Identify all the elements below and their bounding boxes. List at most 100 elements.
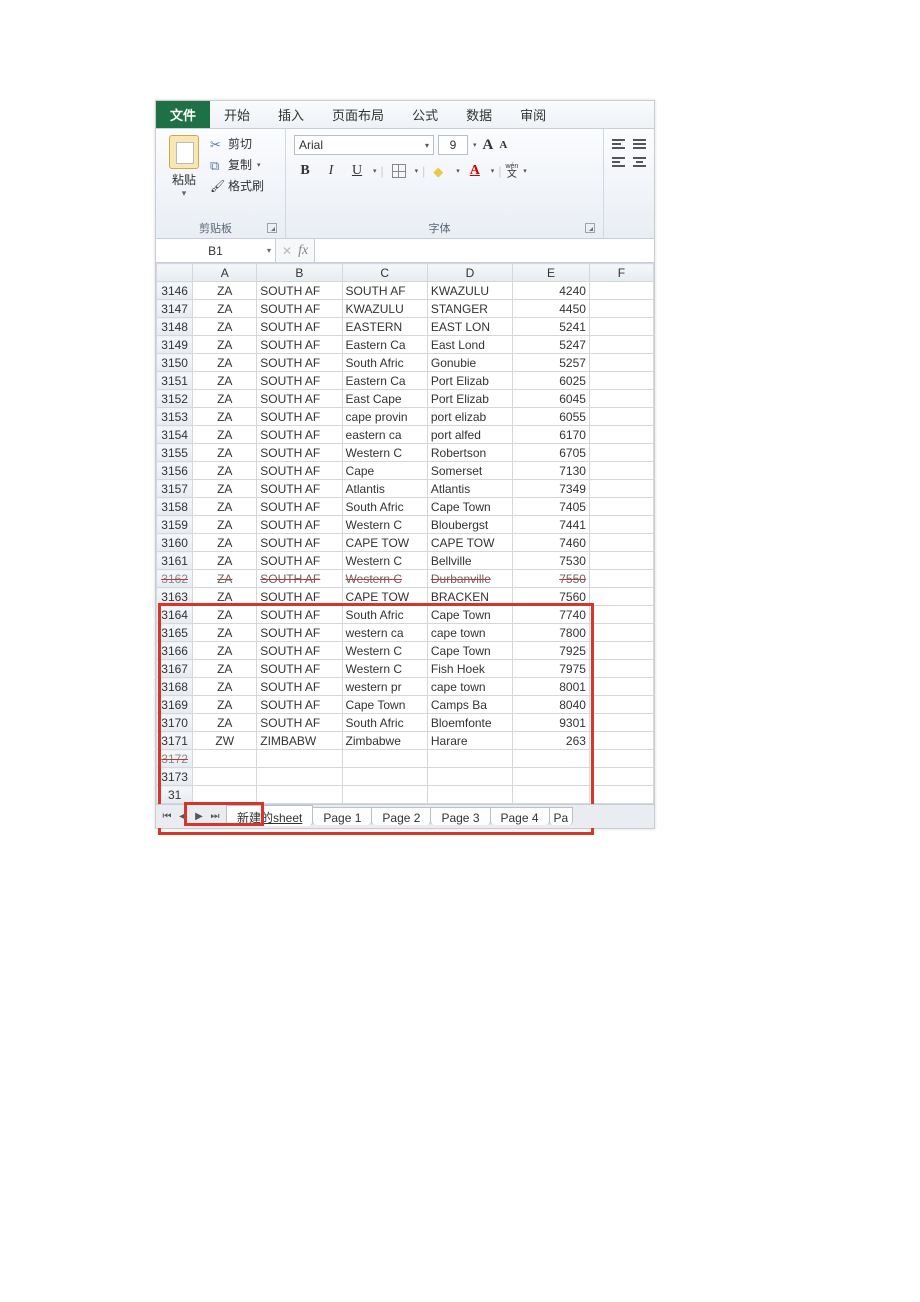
cell[interactable]: Cape Town (427, 498, 512, 516)
cell[interactable]: 263 (513, 732, 590, 750)
cell[interactable] (589, 642, 653, 660)
cell[interactable]: 9301 (513, 714, 590, 732)
cell[interactable] (193, 768, 257, 786)
cell[interactable]: SOUTH AF (342, 282, 427, 300)
cell[interactable] (342, 750, 427, 768)
cell[interactable] (589, 570, 653, 588)
fill-color-button[interactable] (429, 161, 451, 181)
cell[interactable]: 7460 (513, 534, 590, 552)
bold-button[interactable]: B (294, 161, 316, 181)
table-row[interactable]: 3164ZASOUTH AFSouth AfricCape Town7740 (157, 606, 654, 624)
cell[interactable]: Atlantis (427, 480, 512, 498)
cell[interactable]: ZA (193, 714, 257, 732)
cell[interactable]: ZA (193, 660, 257, 678)
row-header[interactable]: 3163 (157, 588, 193, 606)
align-left-button[interactable] (612, 157, 625, 167)
cell[interactable]: 6045 (513, 390, 590, 408)
cell[interactable]: Harare (427, 732, 512, 750)
cell[interactable] (589, 732, 653, 750)
cell[interactable]: ZA (193, 678, 257, 696)
cell[interactable]: SOUTH AF (257, 372, 342, 390)
cancel-formula-icon[interactable]: ✕ (282, 244, 292, 258)
row-header[interactable]: 3172 (157, 750, 193, 768)
row-header[interactable]: 3165 (157, 624, 193, 642)
cell[interactable]: 7530 (513, 552, 590, 570)
col-header-C[interactable]: C (342, 264, 427, 282)
cell[interactable]: cape provin (342, 408, 427, 426)
cell[interactable]: Cape Town (342, 696, 427, 714)
cell[interactable] (589, 426, 653, 444)
tab-home[interactable]: 开始 (210, 101, 264, 128)
cell[interactable]: SOUTH AF (257, 336, 342, 354)
cell[interactable]: Cape Town (427, 606, 512, 624)
cell[interactable] (589, 498, 653, 516)
cell[interactable] (513, 750, 590, 768)
cell[interactable] (257, 786, 342, 804)
cell[interactable]: SOUTH AF (257, 660, 342, 678)
cell[interactable]: SOUTH AF (257, 300, 342, 318)
cell[interactable]: SOUTH AF (257, 318, 342, 336)
format-painter-button[interactable]: 格式刷 (210, 177, 264, 194)
row-header[interactable]: 3154 (157, 426, 193, 444)
borders-button[interactable] (388, 161, 410, 181)
cell[interactable]: ZA (193, 552, 257, 570)
cell[interactable]: ZA (193, 390, 257, 408)
cell[interactable] (427, 768, 512, 786)
cell[interactable]: ZA (193, 480, 257, 498)
table-row[interactable]: 3169ZASOUTH AFCape TownCamps Ba8040 (157, 696, 654, 714)
cell[interactable]: Bellville (427, 552, 512, 570)
cell[interactable]: Gonubie (427, 354, 512, 372)
cell[interactable] (589, 444, 653, 462)
cell[interactable]: ZA (193, 318, 257, 336)
cell[interactable]: Cape Town (427, 642, 512, 660)
cell[interactable]: ZA (193, 534, 257, 552)
cell[interactable] (589, 318, 653, 336)
tab-insert[interactable]: 插入 (264, 101, 318, 128)
row-header[interactable]: 3161 (157, 552, 193, 570)
cell[interactable]: 5257 (513, 354, 590, 372)
cell[interactable]: ZA (193, 462, 257, 480)
cell[interactable]: Western C (342, 570, 427, 588)
cell[interactable]: EAST LON (427, 318, 512, 336)
cell[interactable]: South Afric (342, 354, 427, 372)
cell[interactable]: EASTERN (342, 318, 427, 336)
cell[interactable] (193, 750, 257, 768)
sheet-table[interactable]: A B C D E F 3146ZASOUTH AFSOUTH AFKWAZUL… (156, 263, 654, 804)
tab-data[interactable]: 数据 (452, 101, 506, 128)
row-header[interactable]: 3155 (157, 444, 193, 462)
cell[interactable]: SOUTH AF (257, 390, 342, 408)
cell[interactable]: SOUTH AF (257, 570, 342, 588)
cell[interactable]: BRACKEN (427, 588, 512, 606)
sheet-tab-page1[interactable]: Page 1 (312, 807, 372, 825)
cell[interactable]: CAPE TOW (342, 588, 427, 606)
tab-formulas[interactable]: 公式 (398, 101, 452, 128)
font-size-dropdown-icon[interactable]: ▾ (473, 141, 477, 149)
table-row[interactable]: 3165ZASOUTH AFwestern cacape town7800 (157, 624, 654, 642)
cell[interactable]: 4240 (513, 282, 590, 300)
cell[interactable]: South Afric (342, 498, 427, 516)
table-row[interactable]: 3160ZASOUTH AFCAPE TOWCAPE TOW7460 (157, 534, 654, 552)
cell[interactable]: Bloemfonte (427, 714, 512, 732)
phonetic-guide-button[interactable]: wén 文 (505, 163, 518, 180)
cell[interactable] (513, 786, 590, 804)
name-box-dropdown-icon[interactable]: ▾ (267, 246, 271, 255)
cell[interactable]: 7130 (513, 462, 590, 480)
col-header-B[interactable]: B (257, 264, 342, 282)
cell[interactable]: STANGER (427, 300, 512, 318)
cell[interactable]: ZA (193, 372, 257, 390)
cell[interactable]: 7405 (513, 498, 590, 516)
cell[interactable]: SOUTH AF (257, 444, 342, 462)
cell[interactable]: 6055 (513, 408, 590, 426)
cell[interactable] (589, 336, 653, 354)
cell[interactable] (513, 768, 590, 786)
cell[interactable] (589, 750, 653, 768)
row-header[interactable]: 3169 (157, 696, 193, 714)
tab-page-layout[interactable]: 页面布局 (318, 101, 398, 128)
cell[interactable]: SOUTH AF (257, 426, 342, 444)
cell[interactable]: 7349 (513, 480, 590, 498)
cell[interactable]: SOUTH AF (257, 462, 342, 480)
cell[interactable]: 7975 (513, 660, 590, 678)
cell[interactable]: Port Elizab (427, 390, 512, 408)
formula-input[interactable] (314, 239, 654, 262)
cell[interactable]: cape town (427, 678, 512, 696)
